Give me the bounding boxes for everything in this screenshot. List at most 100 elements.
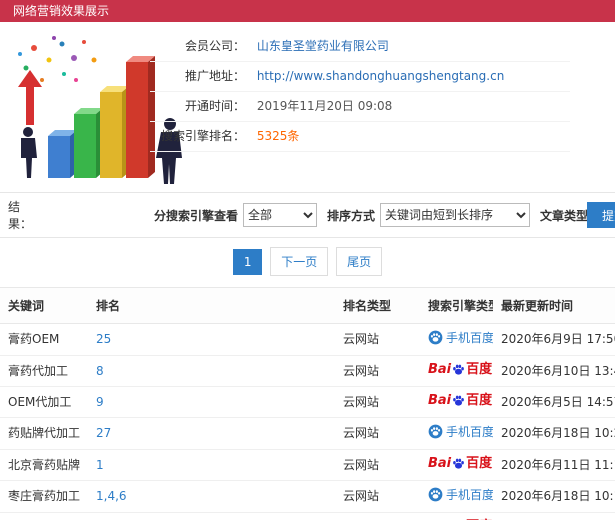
engine-cell: 手机百度 [420,323,493,356]
company-label: 会员公司： [184,39,245,53]
engine-cell: Bai 百度 [420,386,493,418]
table-body: 膏药OEM 25 云网站 手机百度 2020年6月9日 17:50 膏药代加工 8 云网站 Ba… [0,323,615,520]
info-row-site: 推广地址： http://www.shandonghuangshengtang.… [150,62,570,92]
keyword-cell: 医疗器械厂家 [0,512,88,520]
col-header-keyword: 关键词 [0,287,88,324]
table-header-row: 关键词 排名 排名类型 搜索引擎类型 最新更新时间 [0,287,615,324]
rank-count-value: 5325条 [256,129,300,143]
engine-cell: Bai百度 [420,512,493,520]
table-row: 医疗器械厂家4云网站Bai百度2020年5月29日 10:32 [0,512,615,520]
rank-link[interactable]: 25 [96,332,111,346]
engine-cell: Bai 百度 [420,355,493,387]
rank-link[interactable]: 1,4,6 [96,489,127,503]
keyword-cell: 膏药OEM [0,323,88,356]
last-page-button[interactable]: 尾页 [336,247,383,276]
baidu-paw-icon [452,457,465,474]
page-1-button[interactable]: 1 [232,249,263,275]
rank-link[interactable]: 1 [96,458,104,472]
info-row-open-time: 开通时间： 2019年11月20日 09:08 [150,92,570,122]
rank-type-cell: 云网站 [335,355,420,387]
updated-cell: 2020年6月10日 13:40 [493,355,615,387]
updated-cell: 2020年6月18日 10:25 [493,417,615,450]
baidu-logo: Bai 百度 [428,456,493,471]
engine-filter-select[interactable]: 全部 [243,203,318,227]
rank-cell: 8 [88,355,335,387]
baidu-cn-label: 百度 [466,362,493,377]
rank-link[interactable]: 8 [96,364,104,378]
page: 网络营销效果展示 会员公司： 山东皇圣堂药业有限公司 推广地址： http://… [0,0,615,520]
rank-cell: 4 [88,512,335,520]
keyword-cell: 枣庄膏药加工 [0,480,88,513]
info-row-rank-count: 搜索引擎排名： 5325条 [150,122,570,152]
rank-cell: 1,4,6 [88,480,335,513]
sort-select[interactable]: 关键词由短到长排序 [380,203,531,227]
mobile-baidu-label: 手机百度 [446,331,493,345]
engine-cell: 手机百度 [420,417,493,450]
mobile-baidu-icon [428,330,443,349]
info-row-company: 会员公司： 山东皇圣堂药业有限公司 [150,32,570,62]
mobile-baidu-label: 手机百度 [446,488,493,502]
site-label: 推广地址： [184,69,245,83]
baidu-cn-label: 百度 [466,456,493,471]
top-section: 会员公司： 山东皇圣堂药业有限公司 推广地址： http://www.shand… [0,22,615,192]
keyword-cell: OEM代加工 [0,386,88,418]
table-row: OEM代加工 9 云网站 Bai 百度 2020年6月5日 14:57 [0,386,615,418]
table-row: 药贴牌代加工 27 云网站 手机百度2020年6月18日 10:25 [0,417,615,450]
rank-type-cell: 云网站 [335,480,420,513]
sort-label: 排序方式 [327,208,376,223]
engine-filter-label: 分搜索引擎查看 [154,208,239,223]
keyword-cell: 北京膏药贴牌 [0,449,88,481]
rank-cell: 1 [88,449,335,481]
site-link[interactable]: http://www.shandonghuangshengtang.cn [257,69,504,83]
col-header-engine-type: 搜索引擎类型 [420,287,493,324]
baidu-logo: Bai 百度 [428,393,493,408]
col-header-updated: 最新更新时间 [493,287,615,324]
updated-cell: 2020年6月11日 11:18 [493,449,615,481]
company-link[interactable]: 山东皇圣堂药业有限公司 [257,39,389,53]
baidu-wordmark: Bai [428,362,452,377]
results-table: 关键词 排名 排名类型 搜索引擎类型 最新更新时间 膏药OEM 25 云网站 手机百度… [0,287,615,520]
rank-type-cell: 云网站 [335,417,420,450]
updated-cell: 2020年5月29日 10:32 [493,512,615,520]
keyword-cell: 膏药代加工 [0,355,88,387]
baidu-logo: Bai 百度 [428,362,493,377]
mobile-baidu-icon [428,487,443,506]
rank-cell: 27 [88,417,335,450]
info-panel: 会员公司： 山东皇圣堂药业有限公司 推广地址： http://www.shand… [150,32,570,152]
rank-link[interactable]: 27 [96,426,111,440]
baidu-wordmark: Bai [428,393,452,408]
baidu-cn-label: 百度 [466,393,493,408]
engine-cell: 手机百度 [420,480,493,513]
rank-count-label: 搜索引擎排名： [160,129,245,143]
filter-group: 分搜索引擎查看 全部 排序方式 关键词由短到长排序 文章类型 全部 [154,203,615,227]
open-time-label: 开通时间： [184,99,245,113]
table-row: 膏药OEM 25 云网站 手机百度 2020年6月9日 17:50 [0,323,615,356]
mobile-baidu-icon [428,424,443,443]
table-row: 北京膏药贴牌 1 云网站 Bai 百度2020年6月11日 11:18 [0,449,615,481]
page-title: 网络营销效果展示 [13,4,110,18]
baidu-wordmark: Bai [428,456,452,471]
table-head: 关键词 排名 排名类型 搜索引擎类型 最新更新时间 [0,287,615,324]
col-header-rank: 排名 [88,287,335,324]
updated-cell: 2020年6月18日 10:19 [493,480,615,513]
mobile-baidu-label: 手机百度 [446,425,493,439]
rank-type-cell: 云网站 [335,449,420,481]
table-row: 枣庄膏药加工 1,4,6 云网站 手机百度2020年6月18日 10:19 [0,480,615,513]
rank-type-cell: 云网站 [335,386,420,418]
updated-cell: 2020年6月9日 17:50 [493,323,615,356]
pagination: 1 下一页 尾页 [0,238,615,287]
rank-type-cell: 云网站 [335,512,420,520]
submit-button[interactable]: 提交 [587,202,615,228]
updated-cell: 2020年6月5日 14:57 [493,386,615,418]
next-page-button[interactable]: 下一页 [270,247,329,276]
engine-cell: Bai 百度 [420,449,493,481]
result-label: 结果： [8,200,33,231]
keyword-cell: 药贴牌代加工 [0,417,88,450]
baidu-paw-icon [452,363,465,380]
rank-cell: 25 [88,323,335,356]
col-header-rank-type: 排名类型 [335,287,420,324]
open-time-value: 2019年11月20日 09:08 [256,99,393,113]
rank-link[interactable]: 9 [96,395,104,409]
titlebar: 网络营销效果展示 [0,0,615,22]
rank-type-cell: 云网站 [335,323,420,356]
